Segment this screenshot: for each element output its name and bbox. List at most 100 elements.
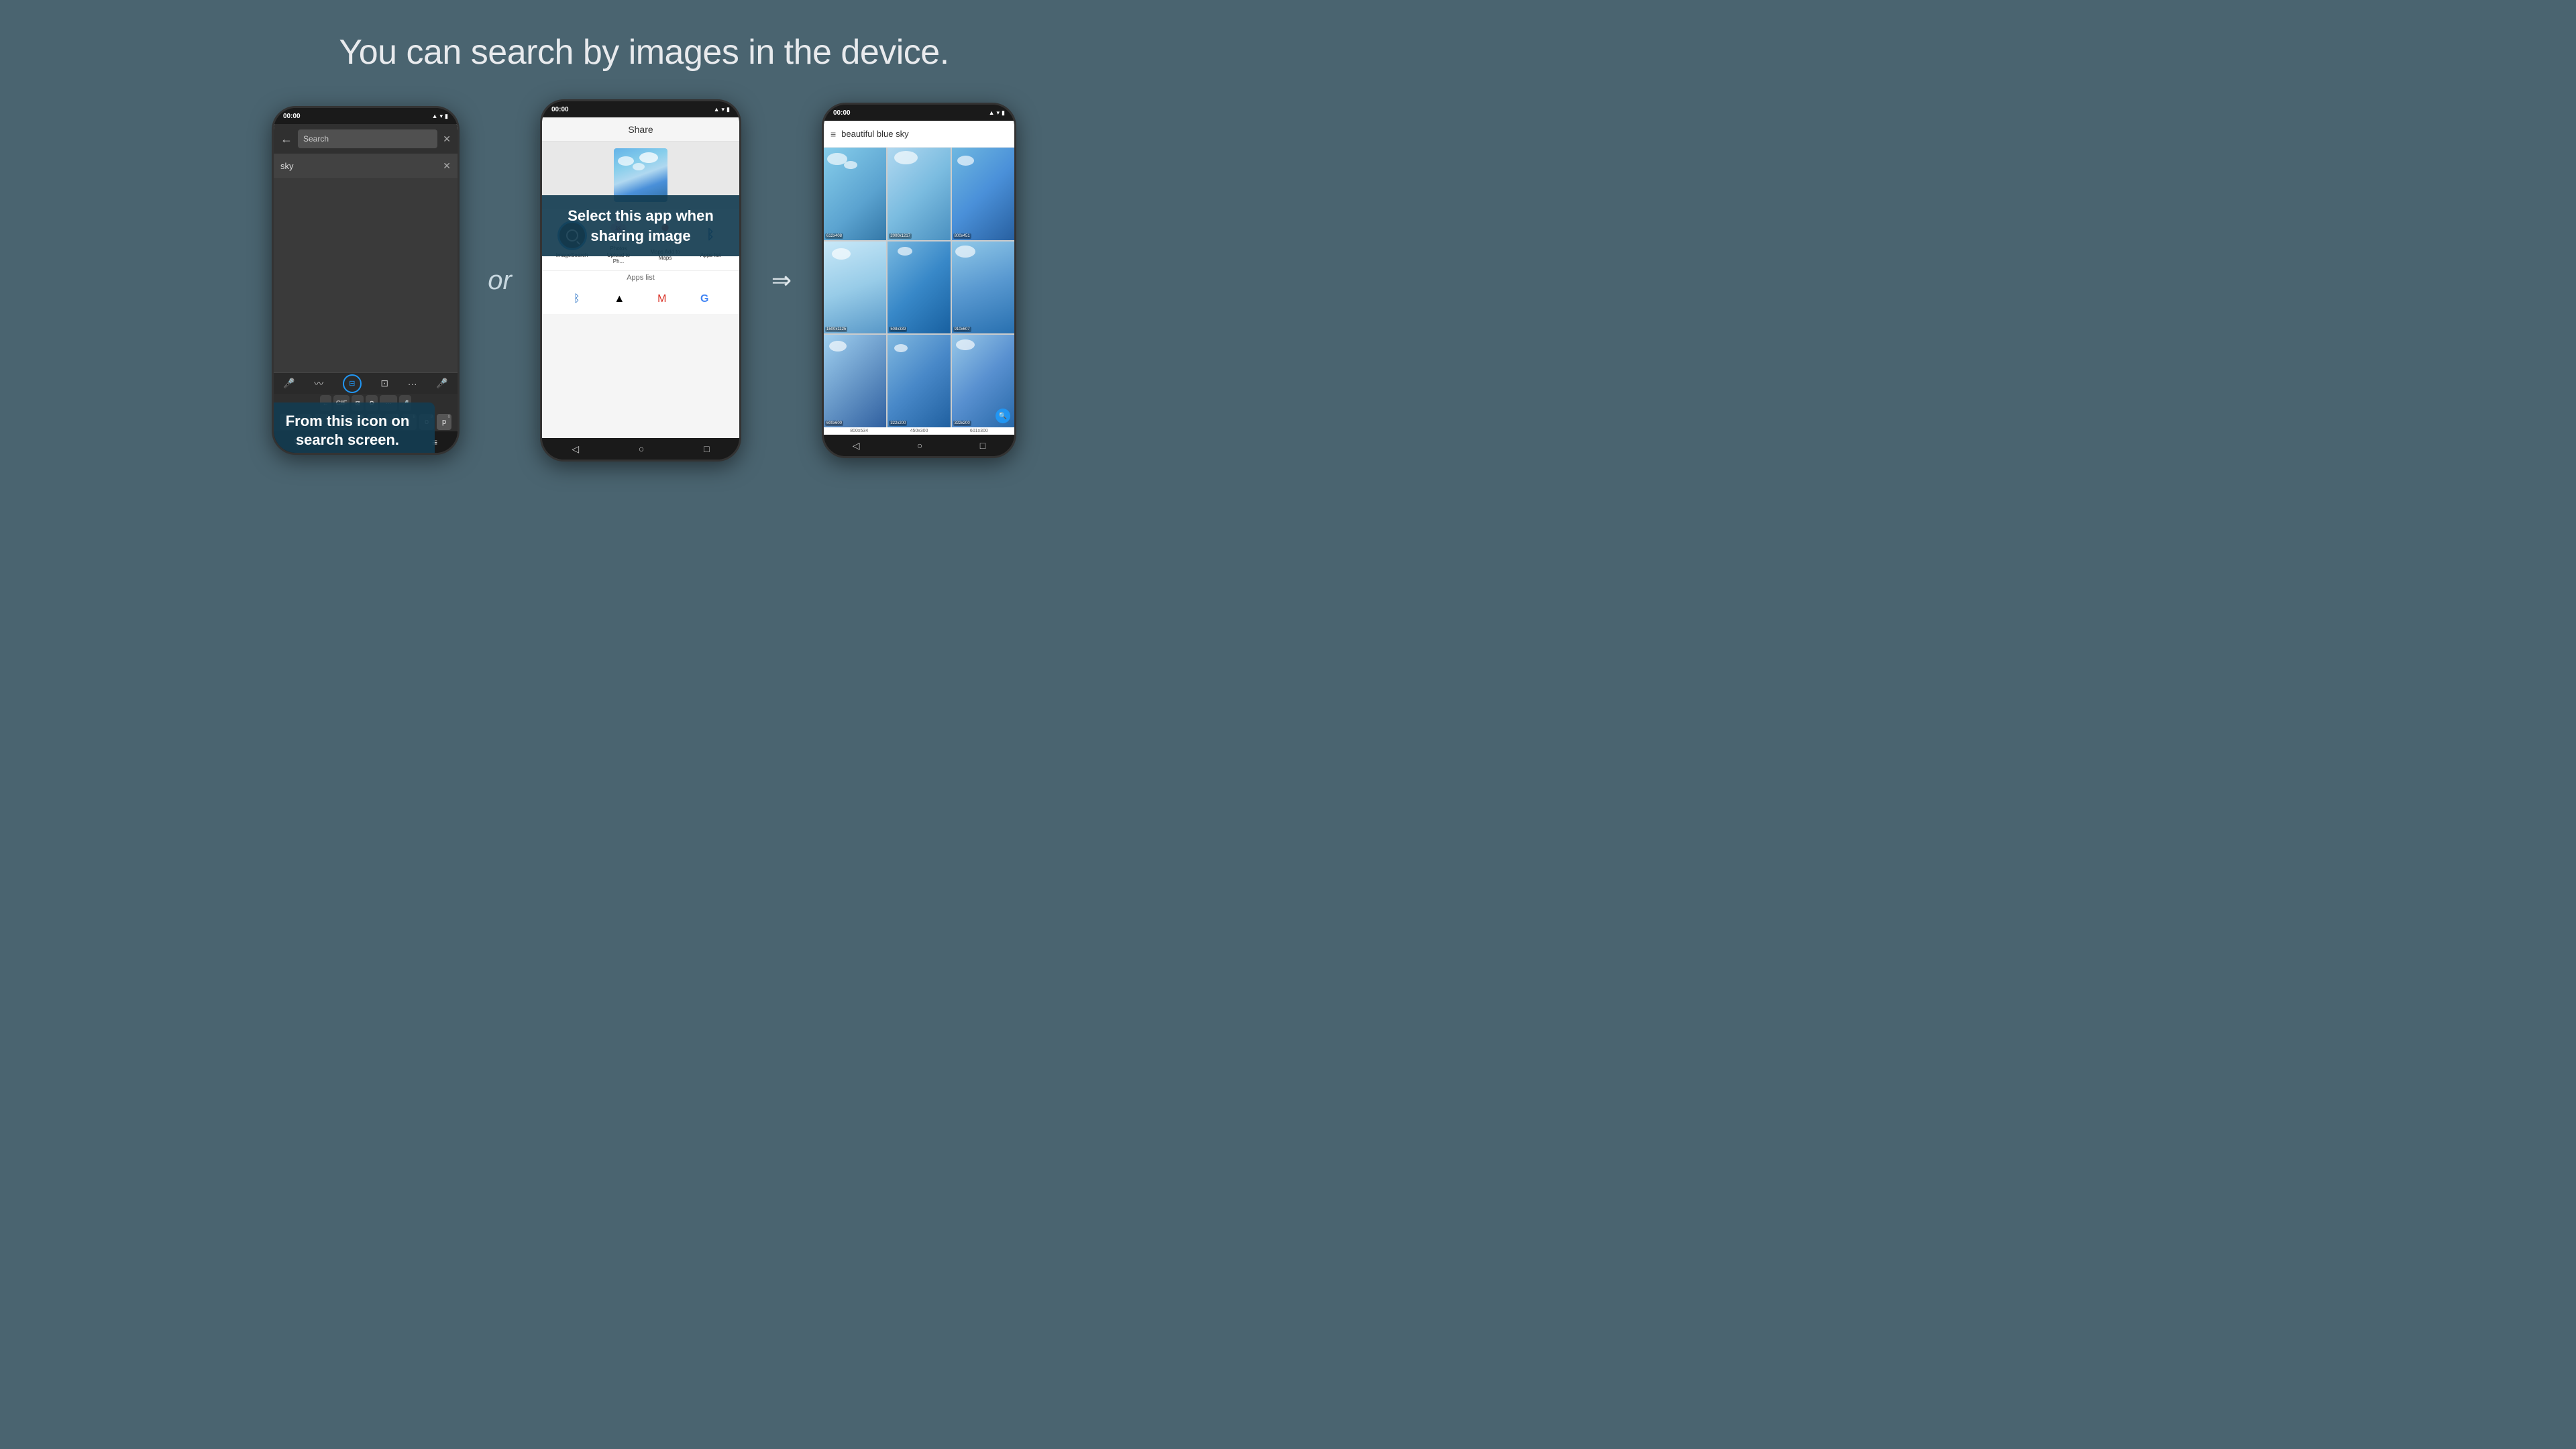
connector-or: or bbox=[460, 266, 540, 296]
grid-label-4: 1500x1125 bbox=[825, 327, 847, 332]
cp4 bbox=[957, 156, 974, 166]
grid-label-1: 612x408 bbox=[825, 233, 843, 239]
grid-search-btn[interactable]: 🔍 bbox=[996, 409, 1010, 423]
phone3-menu-icon[interactable]: ≡ bbox=[830, 129, 836, 140]
phone1-query-text: sky bbox=[280, 161, 294, 171]
grid-cell-2[interactable]: 2000x1217 bbox=[888, 148, 950, 240]
bt-small-icon: ᛒ bbox=[574, 293, 580, 305]
nav2-recent[interactable]: □ bbox=[704, 443, 709, 454]
cp5 bbox=[832, 248, 851, 260]
grid-cell-9[interactable]: 322x200 🔍 bbox=[952, 335, 1014, 427]
nav2-back[interactable]: ◁ bbox=[572, 443, 579, 455]
grid-label-5: 508x339 bbox=[889, 327, 907, 332]
bottom-label-2: 450x300 bbox=[910, 429, 928, 433]
mic-icon[interactable]: 🎤 bbox=[283, 378, 294, 389]
bottom-bt-icon[interactable]: ᛒ bbox=[566, 288, 588, 310]
sky-1 bbox=[824, 148, 886, 240]
phone2-sky-image bbox=[614, 148, 667, 202]
sky-8 bbox=[888, 335, 950, 427]
sky-6 bbox=[952, 241, 1014, 334]
phone2-time: 00:00 bbox=[551, 106, 569, 113]
phone2-tip-text: Select this app when sharing image bbox=[568, 207, 714, 244]
cp8 bbox=[829, 341, 847, 352]
phone2-bottom-apps: ᛒ ▲ M G bbox=[542, 284, 739, 314]
grid-cell-8[interactable]: 322x200 bbox=[888, 335, 950, 427]
grid-label-2: 2000x1217 bbox=[889, 233, 912, 239]
nav3-home[interactable]: ○ bbox=[917, 440, 922, 451]
phone2-nav-bar: ◁ ○ □ bbox=[542, 438, 739, 460]
grid-cell-3[interactable]: 800x451 bbox=[952, 148, 1014, 240]
phone1-search-placeholder: Search bbox=[303, 134, 329, 144]
battery-icon2: ▮ bbox=[727, 106, 730, 113]
cloud2 bbox=[633, 163, 645, 170]
bottom-google-icon[interactable]: G bbox=[694, 288, 715, 310]
wifi-icon2: ▾ bbox=[722, 106, 725, 113]
phone3-status-icons: ▲ ▾ ▮ bbox=[989, 109, 1005, 117]
sky-4 bbox=[824, 241, 886, 334]
grid-label-7: 600x600 bbox=[825, 421, 843, 426]
grid-cell-1[interactable]: 612x408 bbox=[824, 148, 886, 240]
apps-list-label: Apps list bbox=[542, 270, 739, 284]
cp3 bbox=[894, 151, 918, 164]
kb-key-p[interactable]: p0 bbox=[437, 414, 451, 430]
grid-label-3: 800x451 bbox=[953, 233, 971, 239]
phone1-clear-icon[interactable]: ✕ bbox=[443, 160, 451, 172]
image-search-keyboard-icon[interactable]: ⊟ bbox=[343, 374, 362, 393]
grid-cell-5[interactable]: 508x339 bbox=[888, 241, 950, 334]
nav2-home[interactable]: ○ bbox=[639, 443, 644, 454]
phone1-tip-text: From this icon on search screen. bbox=[286, 413, 410, 449]
phone1-search-box[interactable]: Search bbox=[298, 129, 437, 148]
signal-icon3: ▲ bbox=[989, 109, 995, 116]
google-g-icon: G bbox=[700, 293, 708, 305]
sky-7 bbox=[824, 335, 886, 427]
nav3-recent[interactable]: □ bbox=[980, 440, 985, 451]
grid-label-6: 910x607 bbox=[953, 327, 971, 332]
phone1-content-area bbox=[274, 178, 458, 372]
page-title: You can search by images in the device. bbox=[339, 32, 949, 72]
phone-1: 00:00 ▲ ▾ ▮ ← Search ✕ sky ✕ bbox=[272, 106, 460, 455]
phone3-grid: 612x408 2000x1217 800x451 bbox=[824, 148, 1014, 427]
nav3-back[interactable]: ◁ bbox=[853, 440, 860, 451]
phone1-toolbar: ← Search ✕ bbox=[274, 124, 458, 154]
sky-5 bbox=[888, 241, 950, 334]
phone3-search-title: beautiful blue sky bbox=[841, 129, 908, 139]
sky-2 bbox=[888, 148, 950, 240]
trend-icon[interactable]: 〰 bbox=[314, 377, 323, 390]
wifi-icon3: ▾ bbox=[997, 109, 1000, 117]
grid-cell-4[interactable]: 1500x1125 bbox=[824, 241, 886, 334]
wifi-icon: ▾ bbox=[440, 113, 443, 120]
phone1-status-bar: 00:00 ▲ ▾ ▮ bbox=[274, 108, 458, 124]
grid-cell-7[interactable]: 600x600 bbox=[824, 335, 886, 427]
drive-triangle-icon: ▲ bbox=[614, 293, 625, 305]
bottom-drive-icon[interactable]: ▲ bbox=[608, 288, 630, 310]
phone2-tooltip: Select this app when sharing image bbox=[540, 195, 741, 256]
kb-mic2-icon[interactable]: 🎤 bbox=[436, 378, 447, 389]
bottom-label-1: 800x534 bbox=[850, 429, 868, 433]
phone3-toolbar: ≡ beautiful blue sky bbox=[824, 121, 1014, 148]
cp6 bbox=[898, 247, 912, 256]
phone2-share-header: Share bbox=[542, 117, 739, 142]
phone3-screen: ≡ beautiful blue sky 612x408 20 bbox=[824, 121, 1014, 435]
phone1-keyboard-toolbar: 🎤 〰 ⊟ ⊡ ··· 🎤 bbox=[274, 372, 458, 394]
battery-icon: ▮ bbox=[445, 113, 448, 120]
phone2-status-icons: ▲ ▾ ▮ bbox=[714, 106, 730, 113]
signal-icon: ▲ bbox=[432, 113, 438, 119]
bottom-gmail-icon[interactable]: M bbox=[651, 288, 673, 310]
phone1-close-icon[interactable]: ✕ bbox=[443, 133, 451, 145]
phone3-time: 00:00 bbox=[833, 109, 851, 117]
phone2-share-title: Share bbox=[628, 124, 653, 135]
copy-icon[interactable]: ⊡ bbox=[380, 378, 388, 389]
phone1-time: 00:00 bbox=[283, 113, 301, 120]
cp10 bbox=[956, 339, 975, 350]
phone2-status-bar: 00:00 ▲ ▾ ▮ bbox=[542, 101, 739, 117]
cloud1 bbox=[618, 156, 634, 166]
grid-cell-6[interactable]: 910x607 bbox=[952, 241, 1014, 334]
ellipsis-icon[interactable]: ··· bbox=[408, 378, 417, 389]
cp9 bbox=[894, 344, 908, 352]
grid-label-8: 322x200 bbox=[889, 421, 907, 426]
cloud3 bbox=[639, 152, 658, 163]
gmail-m-icon: M bbox=[657, 293, 666, 305]
battery-icon3: ▮ bbox=[1002, 109, 1005, 117]
back-icon[interactable]: ← bbox=[280, 132, 292, 146]
phone3-status-bar: 00:00 ▲ ▾ ▮ bbox=[824, 105, 1014, 121]
